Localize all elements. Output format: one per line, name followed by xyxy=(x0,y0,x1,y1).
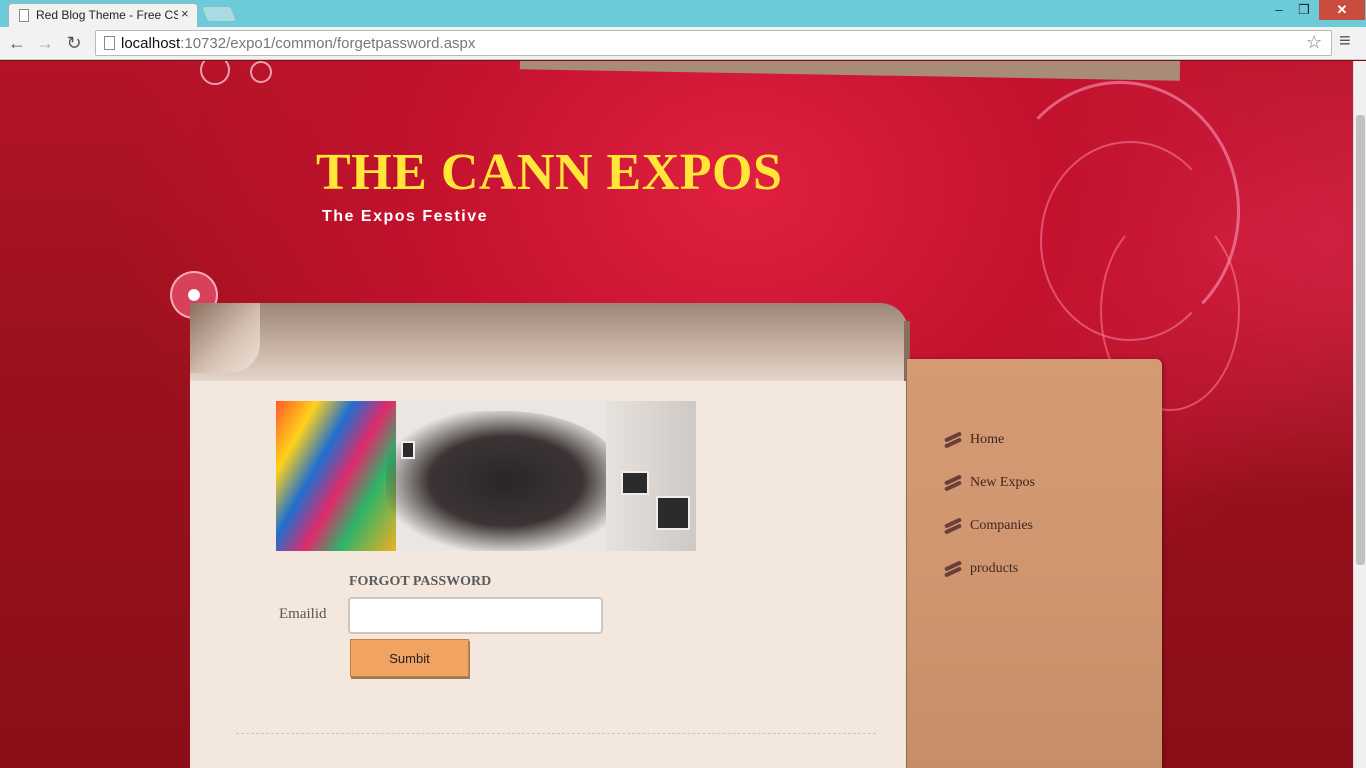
bird-icon xyxy=(943,560,964,578)
browser-titlebar: Red Blog Theme - Free CS × – ❐ ✕ xyxy=(0,0,1366,27)
new-tab-button[interactable] xyxy=(201,6,237,22)
sidebar: Home New Expos Companies products xyxy=(907,359,1162,768)
browser-toolbar: ← → ↻ localhost:10732/expo1/common/forge… xyxy=(0,27,1366,60)
expo-banner-image xyxy=(276,401,696,551)
sidebar-item-label[interactable]: New Expos xyxy=(970,475,1035,491)
page-favicon-icon xyxy=(19,9,29,22)
sidebar-item-label[interactable]: products xyxy=(970,561,1018,577)
url-text[interactable]: localhost:10732/expo1/common/forgetpassw… xyxy=(121,35,475,52)
dashed-divider xyxy=(236,733,876,734)
scrollbar-thumb[interactable] xyxy=(1356,115,1365,565)
minimize-button[interactable]: – xyxy=(1266,0,1292,20)
tab-title: Red Blog Theme - Free CS xyxy=(36,8,178,22)
sidebar-item-label[interactable]: Home xyxy=(970,432,1004,448)
bookmark-star-icon[interactable]: ☆ xyxy=(1306,32,1322,53)
bird-icon xyxy=(943,517,964,535)
tab-close-icon[interactable]: × xyxy=(181,6,189,21)
reload-icon[interactable]: ↻ xyxy=(62,31,86,55)
torn-paper-decoration xyxy=(519,61,1181,81)
email-input[interactable] xyxy=(348,597,603,634)
bird-icon xyxy=(943,474,964,492)
browser-menu-icon[interactable]: ≡ xyxy=(1339,30,1351,53)
browser-tab[interactable]: Red Blog Theme - Free CS × xyxy=(8,3,198,27)
submit-button[interactable]: Sumbit xyxy=(350,639,469,677)
site-tagline: The Expos Festive xyxy=(322,208,488,225)
forgot-password-heading: FORGOT PASSWORD xyxy=(349,574,492,589)
email-label: Emailid xyxy=(279,606,327,622)
close-window-button[interactable]: ✕ xyxy=(1319,0,1365,20)
url-host: localhost xyxy=(121,35,181,52)
picture-frame xyxy=(656,496,690,530)
maximize-button[interactable]: ❐ xyxy=(1292,0,1316,20)
vertical-scrollbar[interactable] xyxy=(1353,61,1366,768)
page-icon xyxy=(104,36,115,50)
picture-frame xyxy=(621,471,649,495)
crowd xyxy=(386,411,626,551)
sidebar-item-label[interactable]: Companies xyxy=(970,518,1033,534)
site-title: THE CANN EXPOS xyxy=(316,144,783,201)
back-arrow-icon[interactable]: ← xyxy=(5,31,29,55)
main-content: FORGOT PASSWORD Emailid Sumbit xyxy=(190,381,906,768)
url-path: :10732/expo1/common/forgetpassword.aspx xyxy=(180,35,476,52)
content-header-decoration xyxy=(190,303,908,383)
flower-decoration xyxy=(250,61,272,83)
picture-frame xyxy=(401,441,415,459)
flower-decoration xyxy=(200,61,230,85)
page-curl-decoration xyxy=(190,303,260,373)
forward-arrow-icon[interactable]: → xyxy=(33,31,57,55)
graffiti-art xyxy=(276,401,396,551)
address-bar[interactable]: localhost:10732/expo1/common/forgetpassw… xyxy=(95,30,1332,56)
bird-icon xyxy=(943,431,964,449)
page-background: THE CANN EXPOS The Expos Festive FORGOT … xyxy=(0,61,1353,768)
